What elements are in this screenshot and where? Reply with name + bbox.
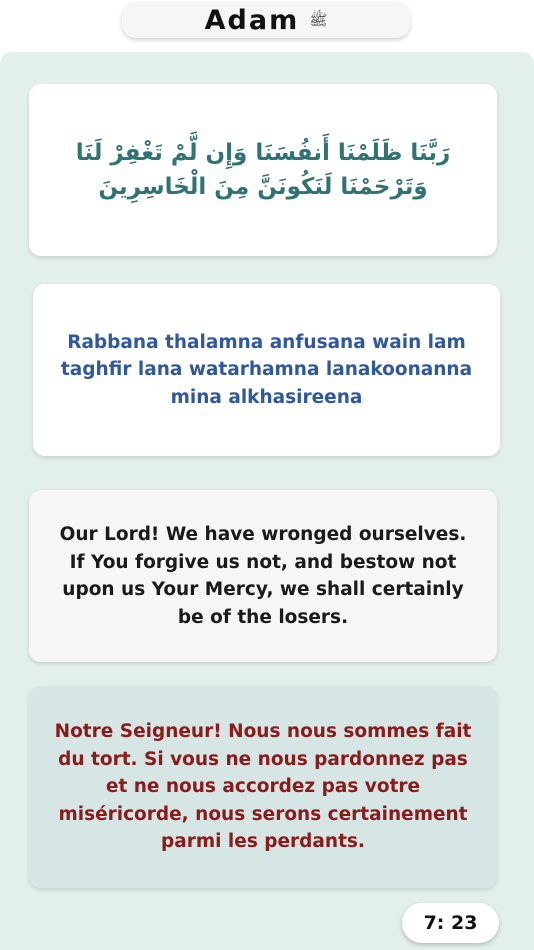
verse-reference-badge[interactable]: 7: 23 (402, 903, 499, 943)
english-translation-card: Our Lord! We have wronged ourselves. If … (29, 490, 497, 662)
transliteration-text: Rabbana thalamna anfusana wain lam taghf… (60, 331, 473, 408)
transliteration-card: Rabbana thalamna anfusana wain lam taghf… (33, 284, 500, 456)
french-translation-text: Notre Seigneur! Nous nous sommes fait du… (54, 721, 472, 853)
french-translation-card: Notre Seigneur! Nous nous sommes fait du… (29, 686, 497, 888)
english-translation-text: Our Lord! We have wronged ourselves. If … (59, 524, 467, 628)
prophet-name: Adam (204, 4, 300, 36)
honorific-icon: ﷺ (309, 10, 328, 29)
arabic-card: رَبَّنَا ظَلَمْنَا أَنفُسَنَا وَإِن لَّم… (29, 84, 497, 256)
dua-screen: Adam ﷺ رَبَّنَا ظَلَمْنَا أَنفُسَنَا وَإ… (0, 0, 534, 950)
arabic-text: رَبَّنَا ظَلَمْنَا أَنفُسَنَا وَإِن لَّم… (75, 140, 451, 200)
prophet-title-header: Adam ﷺ (122, 2, 410, 38)
